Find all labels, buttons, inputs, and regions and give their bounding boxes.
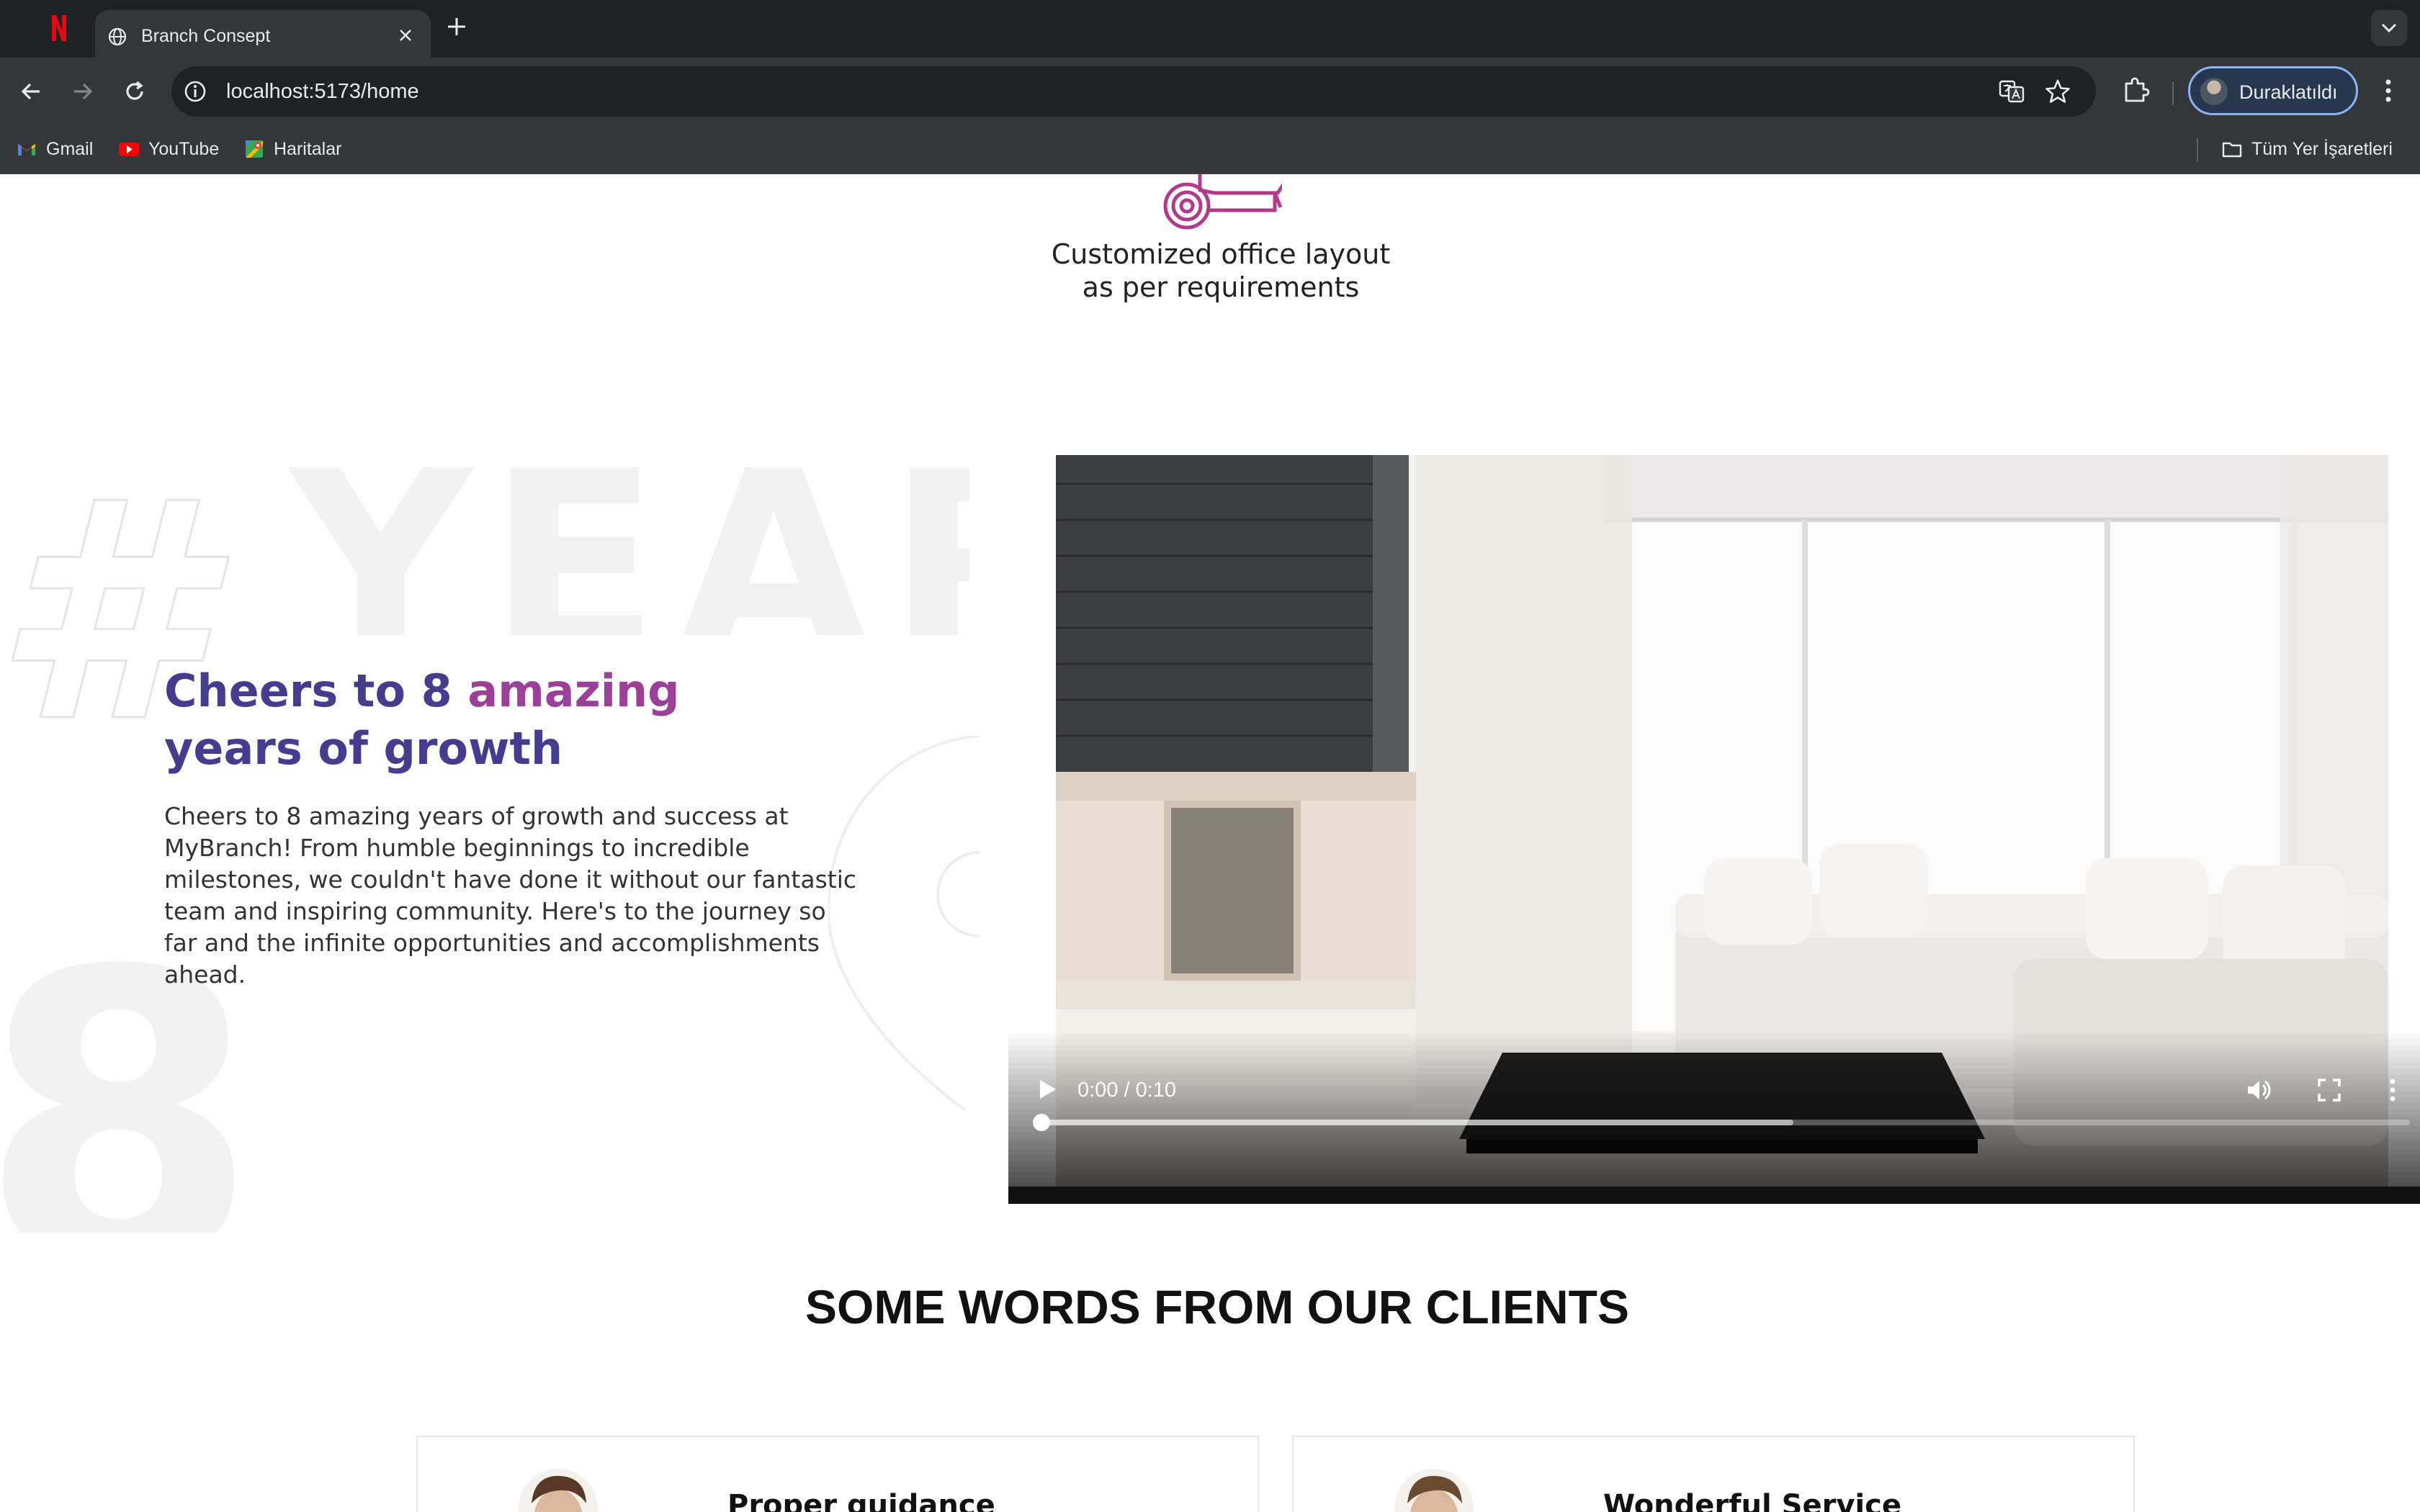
close-tab-icon[interactable]: [393, 23, 418, 48]
bookmarks-bar: Gmail YouTube Haritalar Tüm Yer İşaretle…: [0, 124, 2420, 174]
growth-heading-part: Cheers to 8: [164, 665, 468, 717]
fullscreen-icon[interactable]: [2315, 1076, 2344, 1104]
browser-tab-strip: Branch Consept: [0, 0, 2420, 58]
reload-icon: [126, 81, 143, 100]
extensions-puzzle-icon[interactable]: [2120, 75, 2152, 107]
maps-icon: [246, 140, 263, 158]
service-caption: Customized office layout as per requirem…: [994, 238, 1448, 304]
all-bookmarks-button[interactable]: Tüm Yer İşaretleri: [2221, 135, 2393, 163]
folder-icon: [2222, 142, 2242, 158]
video-controls-gradient: [1008, 1031, 2420, 1204]
translate-icon[interactable]: [1998, 78, 2025, 105]
bookmark-label: Gmail: [46, 138, 94, 159]
clients-heading-normal: SOME WORDS FROM: [805, 1280, 1307, 1333]
more-options-icon[interactable]: [2385, 1076, 2400, 1104]
growth-heading-accent: amazing: [467, 665, 680, 717]
gmail-icon: [18, 144, 35, 156]
avatar: [2200, 78, 2228, 105]
testimonial-title: Wonderful Service: [1603, 1489, 1901, 1512]
back-button[interactable]: [13, 73, 49, 109]
testimonial-card: Proper guidance: [416, 1436, 1259, 1512]
client-photo: [1394, 1469, 1474, 1512]
page-content: Customized office layout as per requirem…: [0, 174, 2420, 1512]
background-year-text: YEAR: [290, 419, 969, 635]
chevron-down-icon: [2381, 23, 2397, 33]
tab-search-button[interactable]: [2371, 10, 2407, 46]
profile-status-label: Duraklatıldı: [2239, 81, 2338, 103]
clients-heading-bold: OUR CLIENTS: [1307, 1280, 1629, 1333]
service-caption-line: as per requirements: [1082, 271, 1360, 303]
netflix-pinned-tab[interactable]: [45, 12, 73, 45]
bookmark-label: YouTube: [148, 138, 220, 159]
url-text: localhost:5173/home: [226, 80, 419, 103]
video-scrubber-handle[interactable]: [1033, 1114, 1050, 1131]
forward-button[interactable]: [65, 73, 101, 109]
arrow-left-icon: [21, 83, 40, 100]
video-letterbox: [1008, 1187, 2420, 1204]
bookmark-youtube[interactable]: YouTube: [118, 135, 219, 163]
profile-button[interactable]: Duraklatıldı: [2188, 66, 2358, 115]
growth-heading-part: years of growth: [164, 722, 563, 775]
all-bookmarks-label: Tüm Yer İşaretleri: [2251, 138, 2393, 159]
video-progress-bar[interactable]: [1033, 1114, 2410, 1131]
video-time-display: 0:00 / 0:10: [1077, 1079, 1177, 1102]
bookmarks-divider: [2197, 138, 2198, 161]
tab-branch-consept[interactable]: Branch Consept: [95, 10, 431, 58]
testimonial-card: Wonderful Service: [1292, 1436, 2135, 1512]
service-caption-line: Customized office layout: [1051, 238, 1391, 270]
address-bar[interactable]: localhost:5173/home: [171, 66, 2096, 117]
bookmark-star-icon[interactable]: [2044, 78, 2071, 105]
video-buffered-range: [1040, 1120, 1794, 1125]
growth-paragraph: Cheers to 8 amazing years of growth and …: [164, 802, 857, 989]
arrow-right-icon: [74, 83, 93, 100]
clients-heading: SOME WORDS FROM OUR CLIENTS: [0, 1279, 2420, 1334]
toolbar-divider: [2172, 82, 2174, 105]
site-info-icon[interactable]: [183, 79, 207, 104]
globe-icon: [108, 27, 127, 46]
tab-title: Branch Consept: [141, 26, 271, 46]
browser-toolbar: localhost:5173/home Duraklatıldı: [0, 58, 2420, 124]
plus-icon: [448, 18, 465, 35]
video-player[interactable]: 0:00 / 0:10: [1008, 455, 2420, 1204]
browser-menu-icon[interactable]: [2374, 75, 2403, 107]
new-tab-button[interactable]: [442, 13, 471, 42]
netflix-icon: [52, 15, 66, 41]
reload-button[interactable]: [117, 73, 153, 109]
volume-icon[interactable]: [2244, 1076, 2273, 1104]
play-icon[interactable]: [1033, 1076, 1060, 1103]
testimonial-title: Proper guidance: [727, 1489, 995, 1512]
youtube-icon: [119, 143, 139, 156]
bookmark-gmail[interactable]: Gmail: [16, 135, 93, 163]
client-photo: [519, 1469, 598, 1512]
bookmark-maps[interactable]: Haritalar: [243, 135, 341, 163]
growth-heading: Cheers to 8 amazing years of growth: [164, 662, 680, 778]
office-layout-icon: [1163, 174, 1282, 230]
bookmark-label: Haritalar: [274, 138, 342, 159]
